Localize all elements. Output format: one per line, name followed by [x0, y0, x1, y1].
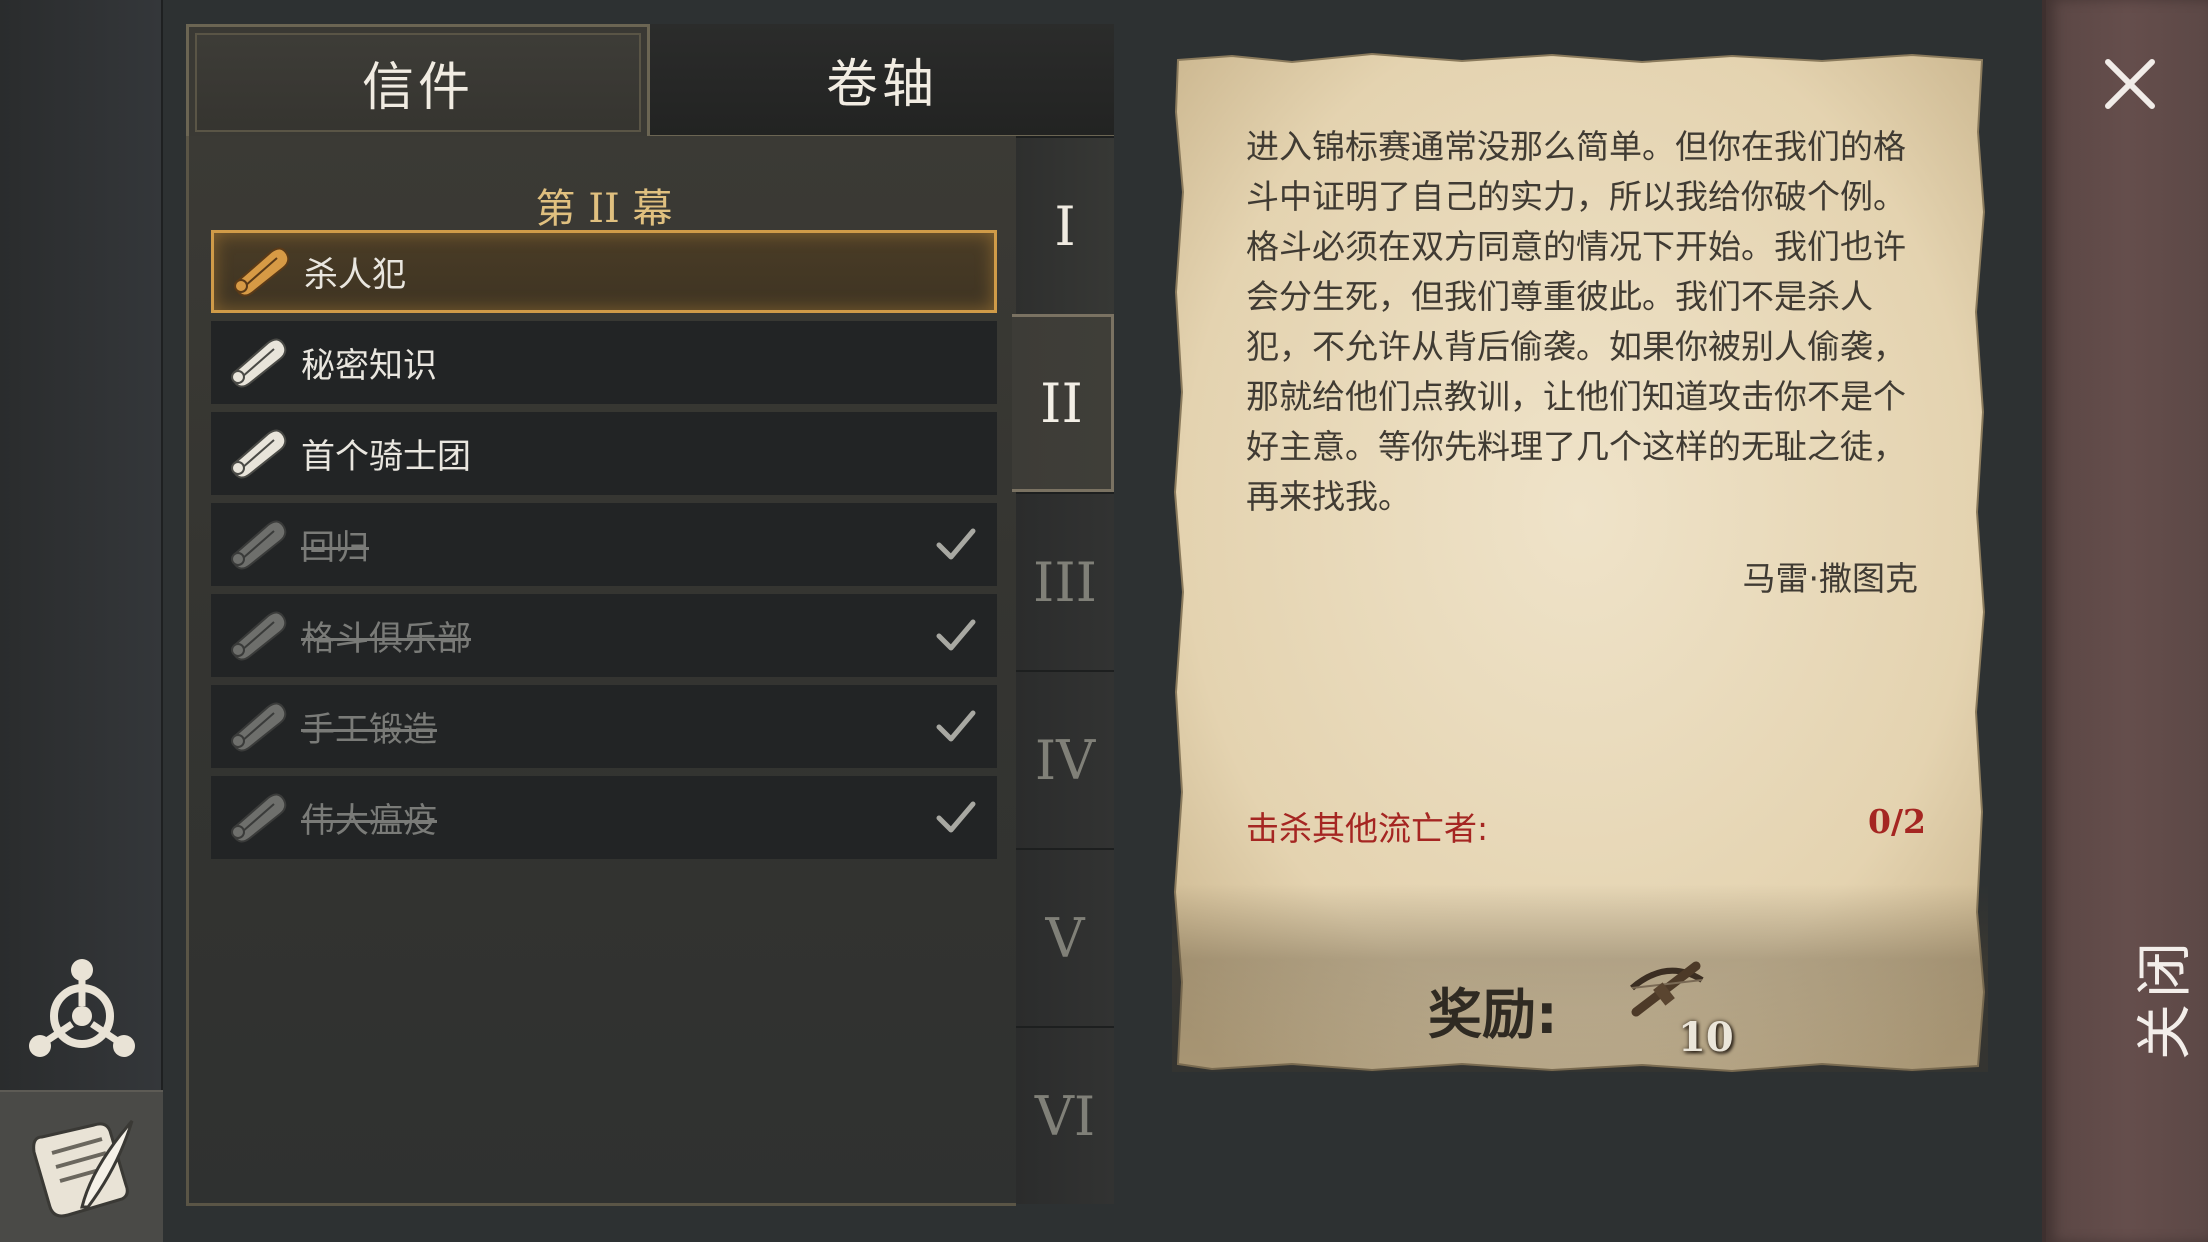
left-sidebar	[0, 0, 163, 1242]
quest-list: 杀人犯 秘密知识 首个骑士团 回归 格斗俱乐部 手工锻造 伟大瘟疫	[211, 230, 997, 867]
objective-count: 0/2	[1868, 802, 1926, 841]
act-title: 第 II 幕	[535, 186, 673, 232]
quest-label: 回归	[301, 528, 369, 568]
quest-label: 首个骑士团	[301, 437, 471, 477]
checkmark-icon	[936, 801, 976, 833]
quest-item[interactable]: 秘密知识	[211, 321, 997, 404]
reward-section: 奖励: 10	[1172, 884, 1988, 1072]
quest-label: 格斗俱乐部	[301, 619, 471, 659]
close-label[interactable]: 关闭	[2120, 936, 2201, 1060]
skill-tree-icon	[28, 959, 135, 1057]
quest-item[interactable]: 杀人犯	[211, 230, 997, 313]
quest-item[interactable]: 手工锻造	[211, 685, 997, 768]
checkmark-icon	[936, 619, 976, 651]
checkmark-icon	[936, 710, 976, 742]
quest-label: 手工锻造	[301, 710, 437, 750]
tab-letters[interactable]: 信件	[186, 24, 650, 138]
act-tab-iii[interactable]: III	[1016, 492, 1114, 670]
quest-list-panel: 第 II 幕 杀人犯 秘密知识 首个骑士团 回归 格斗俱乐部 手工锻造 伟大瘟疫	[186, 136, 1016, 1206]
quest-label: 秘密知识	[301, 346, 437, 386]
act-selector: I II III IV V VI	[1012, 136, 1114, 1206]
journal-tabs: 信件 卷轴	[186, 24, 1114, 138]
scroll-icon	[223, 333, 293, 393]
scroll-icon	[223, 515, 293, 575]
quest-item[interactable]: 回归	[211, 503, 997, 586]
reward-amount: 10	[1678, 1014, 1734, 1061]
act-tab-vi[interactable]: VI	[1016, 1026, 1114, 1204]
quest-label: 杀人犯	[304, 255, 406, 295]
act-tab-iv[interactable]: IV	[1016, 670, 1114, 848]
letter-parchment: 进入锦标赛通常没那么简单。但你在我们的格斗中证明了自己的实力，所以我给你破个例。…	[1172, 52, 1988, 1072]
letter-signature: 马雷·撒图克	[1742, 559, 1919, 598]
letters-button[interactable]	[0, 1090, 163, 1242]
quest-objective: 击杀其他流亡者: 0/2	[1246, 802, 1926, 850]
act-tab-ii[interactable]: II	[1012, 314, 1114, 492]
scroll-icon	[226, 242, 296, 302]
act-tab-v[interactable]: V	[1016, 848, 1114, 1026]
journal-panel: 信件 卷轴 第 II 幕 杀人犯 秘密知识 首个骑士团 回归 格斗俱乐部 手工锻…	[186, 24, 1114, 1208]
act-tab-i[interactable]: I	[1016, 136, 1114, 314]
quest-item[interactable]: 伟大瘟疫	[211, 776, 997, 859]
quest-item[interactable]: 首个骑士团	[211, 412, 997, 495]
close-panel[interactable]: 关闭	[2042, 0, 2208, 1242]
quest-label: 伟大瘟疫	[301, 801, 437, 841]
close-icon[interactable]	[2102, 56, 2158, 112]
skills-button[interactable]	[0, 936, 163, 1082]
scroll-icon	[223, 606, 293, 666]
tab-scrolls[interactable]: 卷轴	[650, 24, 1114, 138]
scroll-icon	[223, 697, 293, 757]
quest-item[interactable]: 格斗俱乐部	[211, 594, 997, 677]
checkmark-icon	[936, 528, 976, 560]
scroll-icon	[223, 424, 293, 484]
scroll-icon	[223, 788, 293, 848]
reward-label: 奖励:	[1428, 983, 1558, 1046]
letter-body: 进入锦标赛通常没那么简单。但你在我们的格斗中证明了自己的实力，所以我给你破个例。…	[1246, 127, 1906, 516]
objective-label: 击杀其他流亡者:	[1246, 809, 1489, 848]
scroll-quill-icon	[31, 1120, 133, 1218]
